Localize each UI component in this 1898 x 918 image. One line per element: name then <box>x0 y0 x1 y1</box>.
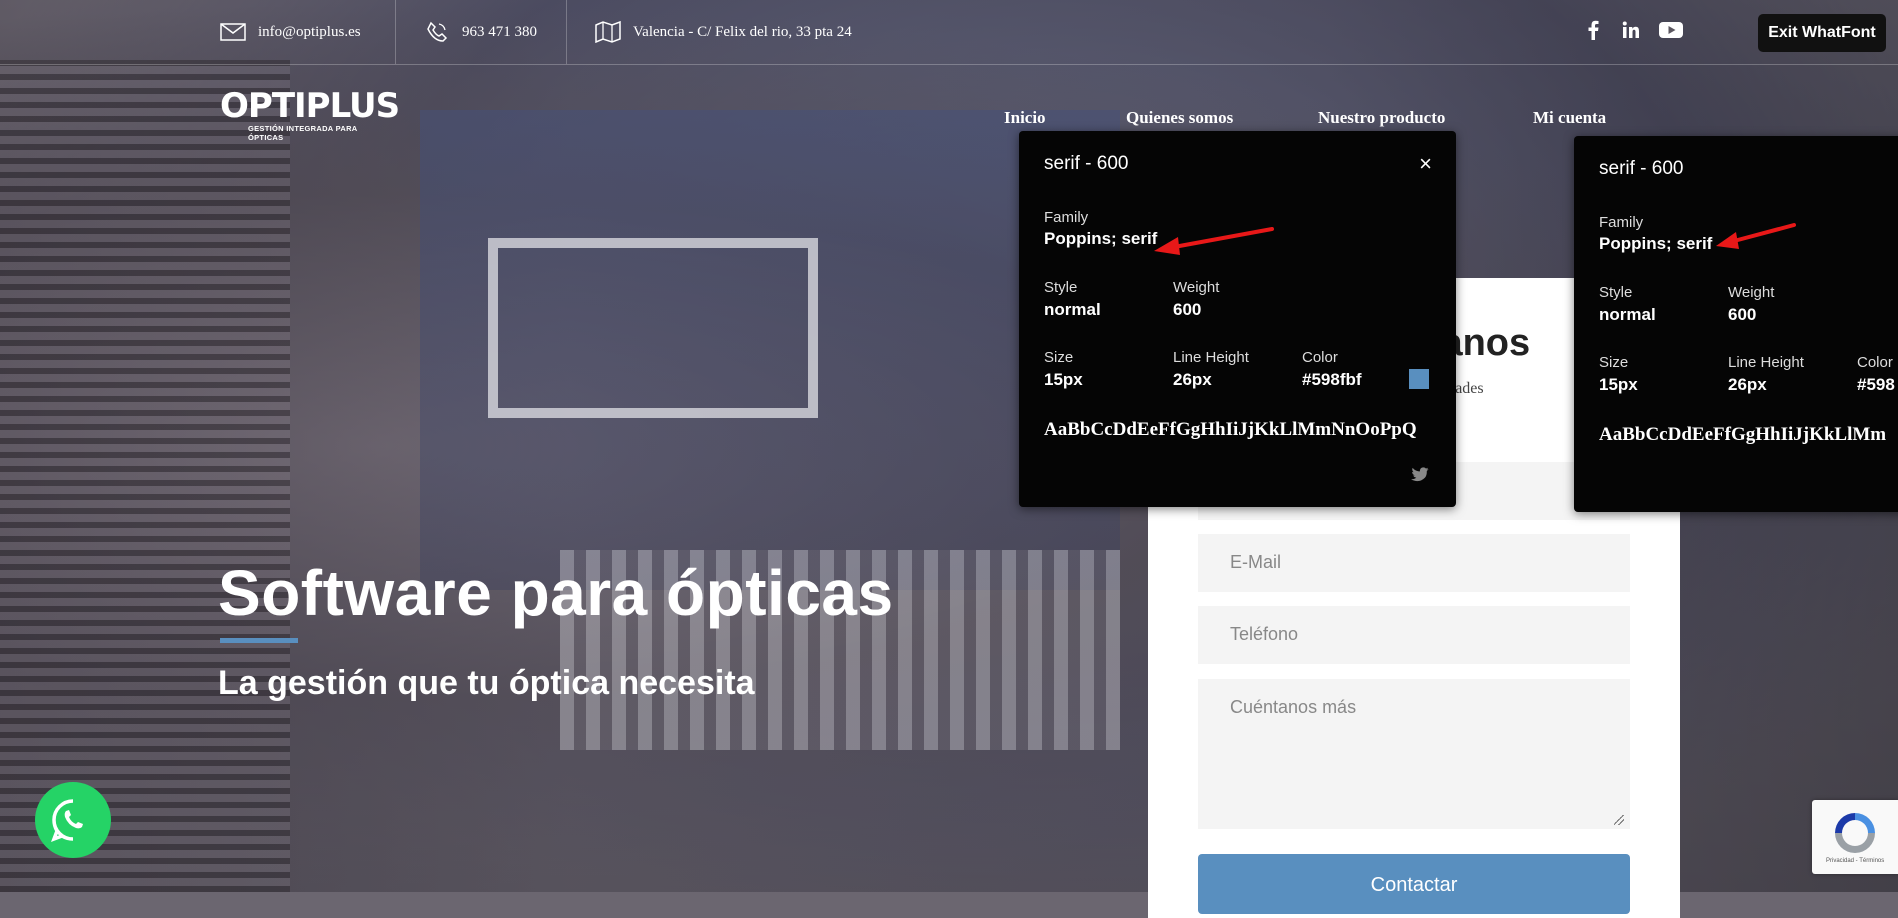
topbar-email[interactable]: info@optiplus.es <box>220 0 361 64</box>
size-value: 15px <box>1599 375 1638 394</box>
background-shelf <box>0 60 290 892</box>
topbar-address-text: Valencia - C/ Felix del rio, 33 pta 24 <box>633 23 852 40</box>
weight-value: 600 <box>1728 305 1757 324</box>
topbar-email-text: info@optiplus.es <box>258 23 361 40</box>
size-label: Size <box>1044 349 1074 366</box>
weight-value: 600 <box>1173 300 1202 319</box>
weight-label: Weight <box>1728 284 1775 301</box>
nav-quienes-somos[interactable]: Quienes somos <box>1126 108 1233 128</box>
line-height-label: Line Height <box>1173 349 1249 366</box>
line-height-value: 26px <box>1173 370 1212 389</box>
nav-mi-cuenta[interactable]: Mi cuenta <box>1533 108 1606 128</box>
hero-underline <box>220 638 298 643</box>
linkedin-icon[interactable] <box>1620 18 1642 42</box>
family-label: Family <box>1599 214 1644 231</box>
whatfont-popup-2[interactable]: serif - 600 Family Poppins; serif Style … <box>1574 136 1898 512</box>
line-height-label: Line Height <box>1728 354 1804 371</box>
family-label: Family <box>1044 209 1089 226</box>
size-value: 15px <box>1044 370 1083 389</box>
color-value: #598fbf <box>1302 370 1362 389</box>
close-icon[interactable]: × <box>1419 151 1432 177</box>
weight-label: Weight <box>1173 279 1220 296</box>
contact-submit-button[interactable]: Contactar <box>1198 854 1630 914</box>
mail-icon <box>220 21 246 43</box>
topbar-divider <box>395 0 396 64</box>
nav-nuestro-producto[interactable]: Nuestro producto <box>1318 108 1445 128</box>
topbar-phone[interactable]: 963 471 380 <box>424 0 537 64</box>
background-frame <box>488 238 818 418</box>
phone-icon <box>424 21 450 43</box>
recaptcha-icon <box>1835 813 1875 853</box>
red-arrow-icon <box>1154 223 1274 264</box>
family-value: Poppins; serif <box>1599 234 1713 253</box>
recaptcha-links[interactable]: Privacidad - Términos <box>1826 858 1884 864</box>
family-value: Poppins; serif <box>1044 229 1158 248</box>
map-icon <box>595 21 621 43</box>
color-label: Color <box>1857 354 1893 371</box>
color-swatch <box>1409 369 1429 389</box>
style-label: Style <box>1599 284 1633 301</box>
style-value: normal <box>1044 300 1101 319</box>
hero-subtitle: La gestión que tu óptica necesita <box>218 664 755 702</box>
logo-subtitle: GESTIÓN INTEGRADA PARA ÓPTICAS <box>248 124 358 142</box>
recaptcha-badge[interactable]: Privacidad - Términos <box>1812 800 1898 874</box>
whatsapp-icon <box>51 799 83 842</box>
color-value: #598 <box>1857 375 1895 394</box>
message-placeholder: Cuéntanos más <box>1230 697 1357 717</box>
email-field[interactable]: E-Mail <box>1198 534 1630 592</box>
topbar-divider <box>566 0 567 64</box>
size-label: Size <box>1599 354 1629 371</box>
font-sample: AaBbCcDdEeFfGgHhIiJjKkLlMmNnOoPpQ <box>1044 419 1417 440</box>
phone-field[interactable]: Teléfono <box>1198 606 1630 664</box>
line-height-value: 26px <box>1728 375 1767 394</box>
top-bar: info@optiplus.es 963 471 380 Valencia - … <box>0 0 1898 65</box>
whatfont-heading: serif - 600 <box>1599 158 1684 179</box>
youtube-icon[interactable] <box>1658 18 1684 42</box>
whatfont-heading: serif - 600 <box>1044 153 1129 174</box>
font-sample: AaBbCcDdEeFfGgHhIiJjKkLlMm <box>1599 424 1887 445</box>
optiplus-logo[interactable]: OPTIPLUS GESTIÓN INTEGRADA PARA ÓPTICAS <box>220 86 400 148</box>
hero-title: Software para ópticas <box>218 557 894 629</box>
topbar-phone-text: 963 471 380 <box>462 23 537 40</box>
nav-inicio[interactable]: Inicio <box>1004 108 1046 128</box>
whatsapp-button[interactable] <box>35 782 111 858</box>
logo-title: OPTIPLUS <box>220 86 400 126</box>
style-value: normal <box>1599 305 1656 324</box>
facebook-icon[interactable] <box>1584 18 1602 42</box>
red-arrow-icon <box>1716 221 1796 258</box>
message-field[interactable]: Cuéntanos más <box>1198 679 1630 829</box>
twitter-icon[interactable] <box>1411 467 1429 487</box>
resize-grip-icon[interactable] <box>1614 815 1624 825</box>
whatfont-popup-1[interactable]: serif - 600 × Family Poppins; serif Styl… <box>1019 131 1456 507</box>
exit-whatfont-button[interactable]: Exit WhatFont <box>1758 14 1886 52</box>
color-label: Color <box>1302 349 1338 366</box>
style-label: Style <box>1044 279 1078 296</box>
topbar-address[interactable]: Valencia - C/ Felix del rio, 33 pta 24 <box>595 0 852 64</box>
